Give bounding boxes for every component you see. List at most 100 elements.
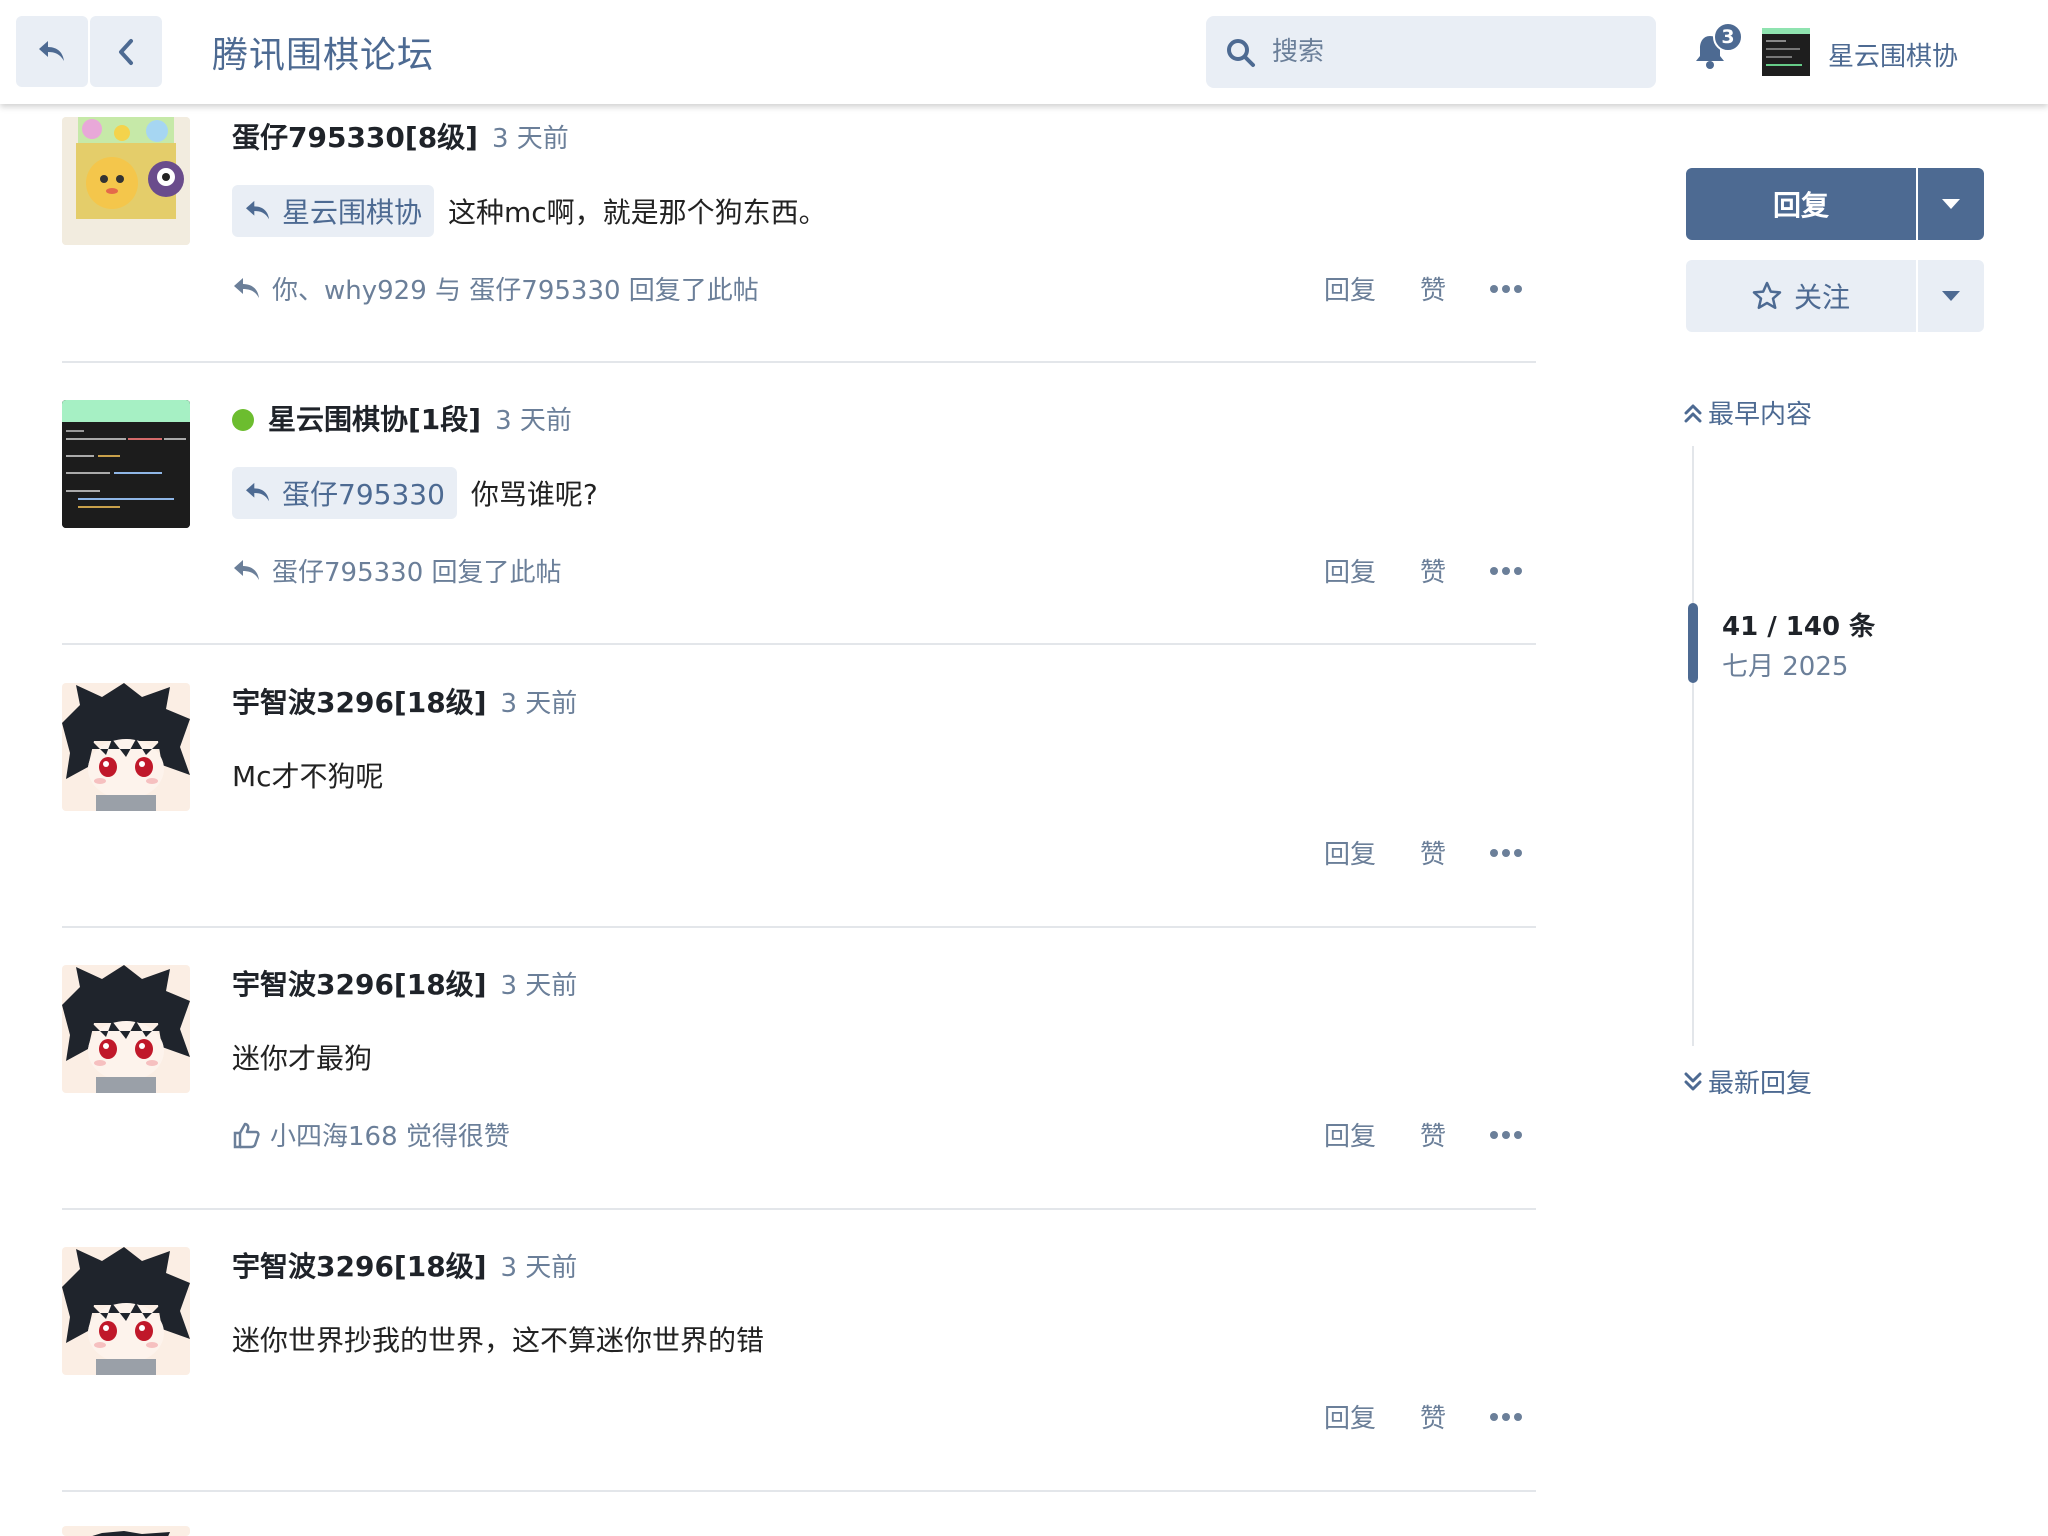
post-info[interactable]: 小四海168 觉得很赞 [232,1116,510,1153]
back-button[interactable] [16,16,88,87]
watch-options-toggle[interactable] [1916,260,1984,332]
reply-button[interactable]: 回复 [1324,1398,1376,1435]
latest-reply-label: 最新回复 [1708,1069,1813,1099]
post-info-text: 蛋仔795330 回复了此帖 [272,558,562,588]
reply-arrow-icon [246,200,270,220]
top-header: 腾讯围棋论坛 3 星云围棋协 [0,0,2048,104]
post-meta: 宇智波3296[18级] 3 天前 [232,681,577,721]
online-status-icon [232,409,254,431]
avatar-image [1766,40,1802,66]
search-icon [1227,39,1255,67]
more-icon[interactable] [1490,848,1522,857]
search-box[interactable] [1206,16,1656,88]
oldest-content-label: 最早内容 [1708,400,1813,430]
post-item: 星云围棋协[1段] 3 天前 蛋仔795330 你骂谁呢? 蛋仔795330 回复… [62,362,1536,645]
latest-reply-link[interactable]: 最新回复 [1684,1063,1812,1100]
reply-options-toggle[interactable] [1916,168,1984,240]
chevron-left-icon [119,38,133,65]
search-input[interactable] [1272,30,1642,74]
post-username[interactable]: 星云围棋协[1段] [268,403,481,436]
oldest-content-link[interactable]: 最早内容 [1684,394,1812,431]
reply-to-tag[interactable]: 星云围棋协 [232,185,435,237]
reply-button[interactable]: 回复 [1324,1116,1376,1153]
current-username[interactable]: 星云围棋协 [1828,36,1958,73]
post-content: 迷你才最狗 [232,1037,372,1077]
post-body: 迷你才最狗 [232,1042,373,1075]
post-username[interactable]: 宇智波3296[18级] [232,686,487,719]
post-time[interactable]: 3 天前 [495,406,572,436]
avatar[interactable] [62,117,190,245]
anime-avatar-image [62,1247,190,1375]
post-body: 你骂谁呢? [470,478,598,511]
user-avatar[interactable] [1762,28,1810,76]
post-item: 宇智波3296[18级] 3 天前 迷你才最狗 小四海168 觉得很赞 回复 赞 [62,927,1536,1210]
like-button[interactable]: 赞 [1420,1398,1446,1435]
reply-icon [234,277,259,298]
notification-badge[interactable]: 3 [1713,22,1743,52]
reply-to-user: 星云围棋协 [282,196,423,229]
star-icon [1752,281,1782,310]
post-item: 宇智波3296[18级] 3 天前 Mc才不狗呢 回复 赞 [62,645,1536,928]
avatar[interactable] [62,400,190,528]
topic-reply-button[interactable]: 回复 [1686,168,1984,240]
post-info[interactable]: 你、why929 与 蛋仔795330 回复了此帖 [232,270,759,307]
more-icon[interactable] [1490,1412,1522,1421]
timeline-position: 41 / 140 条 [1722,612,1876,642]
avatar[interactable] [62,1247,190,1375]
post-time[interactable]: 3 天前 [492,124,569,154]
avatar[interactable] [62,965,190,1093]
avatar[interactable] [62,1526,190,1536]
anime-avatar-image [92,1531,170,1536]
post-content: Mc才不狗呢 [232,755,384,795]
reply-to-user: 蛋仔795330 [282,478,445,511]
thumbs-up-icon [233,1122,260,1148]
post-username[interactable]: 宇智波3296[18级] [232,1250,487,1283]
watch-label-wrap[interactable]: 关注 [1686,260,1916,332]
post-info[interactable]: 蛋仔795330 回复了此帖 [232,552,562,589]
cartoon-avatar-image [62,117,190,245]
site-title[interactable]: 腾讯围棋论坛 [212,26,434,78]
post-body: 这种mc啊，就是那个狗东西。 [448,196,827,229]
double-chevron-up-icon [1684,404,1702,422]
like-button[interactable]: 赞 [1420,1116,1446,1153]
code-screenshot-avatar-image [62,400,190,528]
watch-button[interactable]: 关注 [1686,260,1984,332]
caret-down-icon [1942,199,1960,209]
double-chevron-down-icon [1684,1072,1702,1090]
post-username[interactable]: 宇智波3296[18级] [232,968,487,1001]
post-body: Mc才不狗呢 [232,760,384,793]
post-content: 迷你世界抄我的世界，这不算迷你世界的错 [232,1319,764,1359]
post-time[interactable]: 3 天前 [501,1253,578,1283]
timeline-track[interactable] [1692,446,1694,1046]
post-meta: 宇智波3296[18级] 3 天前 [232,1245,577,1285]
like-button[interactable]: 赞 [1420,552,1446,589]
undo-arrow-icon [39,40,64,61]
post-item: 蛋仔795330[8级] 3 天前 星云围棋协 这种mc啊，就是那个狗东西。 你、… [62,80,1536,363]
reply-button[interactable]: 回复 [1324,834,1376,871]
watch-label: 关注 [1793,281,1850,314]
more-icon[interactable] [1490,566,1522,575]
reply-button[interactable]: 回复 [1324,270,1376,307]
previous-button[interactable] [90,16,162,87]
timeline-handle[interactable] [1688,603,1698,683]
post-time[interactable]: 3 天前 [501,971,578,1001]
like-button[interactable]: 赞 [1420,270,1446,307]
anime-avatar-image [62,965,190,1093]
post-actions: 回复 赞 [1280,552,1522,589]
reply-icon [234,559,259,580]
avatar[interactable] [62,683,190,811]
reply-button[interactable]: 回复 [1324,552,1376,589]
post-info-text: 你、why929 与 蛋仔795330 回复了此帖 [272,276,759,306]
post-meta: 星云围棋协[1段] 3 天前 [232,398,572,438]
post-item: 宇智波3296[18级] 3 天前 迷你世界抄我的世界，这不算迷你世界的错 回复 … [62,1209,1536,1492]
post-info-text: 小四海168 觉得很赞 [270,1122,510,1152]
reply-to-tag[interactable]: 蛋仔795330 [232,467,457,519]
post-time[interactable]: 3 天前 [501,689,578,719]
more-icon[interactable] [1490,1130,1522,1139]
post-body: 迷你世界抄我的世界，这不算迷你世界的错 [232,1324,765,1357]
like-button[interactable]: 赞 [1420,834,1446,871]
more-icon[interactable] [1490,284,1522,293]
post-username[interactable]: 蛋仔795330[8级] [232,121,478,154]
topic-reply-label[interactable]: 回复 [1686,168,1916,240]
post-actions: 回复 赞 [1280,270,1522,307]
